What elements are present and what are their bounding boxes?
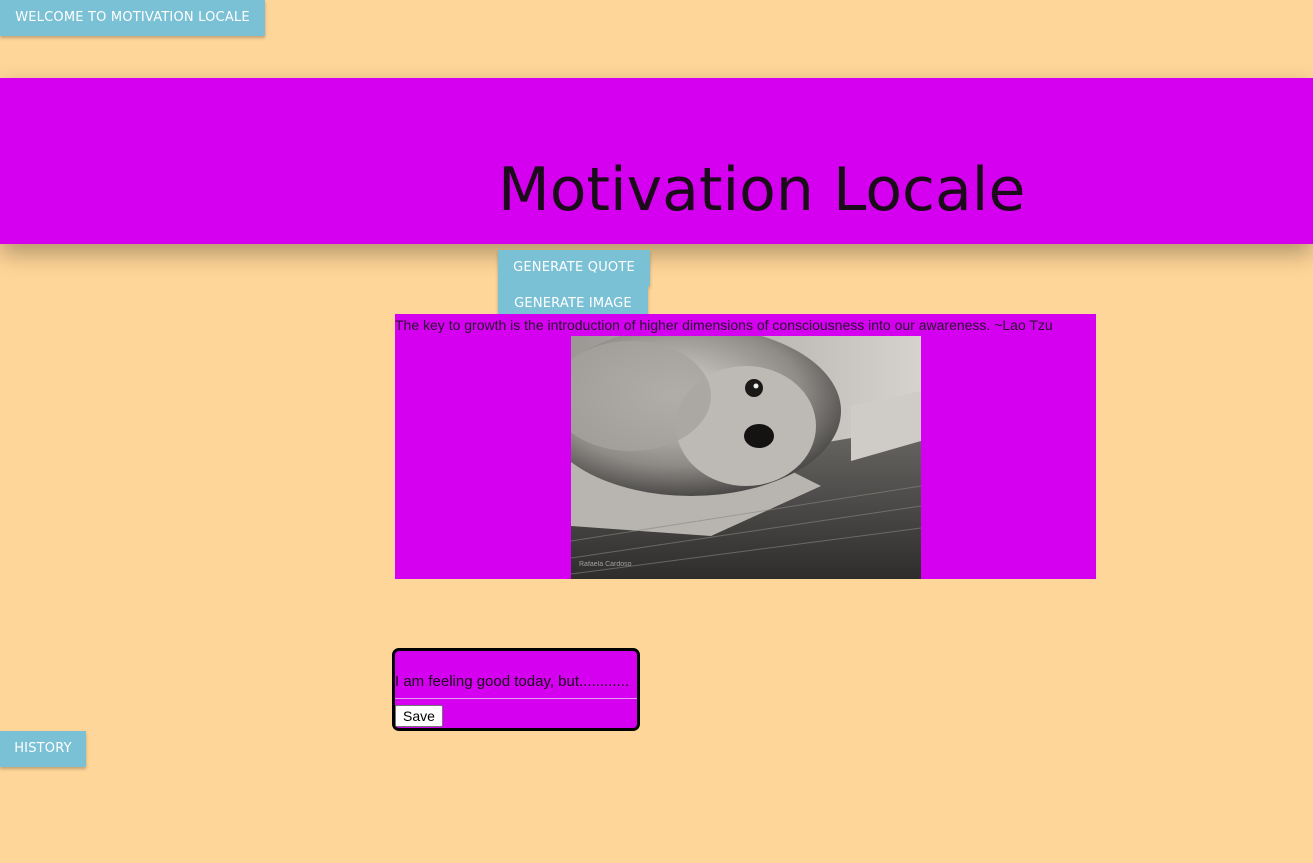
quote-card: The key to growth is the introduction of…: [395, 314, 1096, 579]
image-watermark: Rafaela Cardoso: [579, 561, 632, 568]
generate-quote-button[interactable]: GENERATE QUOTE: [498, 250, 650, 286]
save-button[interactable]: Save: [395, 705, 443, 727]
history-button[interactable]: HISTORY: [0, 731, 86, 767]
header-banner: Motivation Locale GENERATE QUOTE GENERAT…: [0, 78, 1313, 322]
quote-text: The key to growth is the introduction of…: [395, 317, 1053, 333]
page-title: Motivation Locale: [498, 155, 1026, 225]
journal-form: Save: [392, 648, 640, 731]
welcome-button[interactable]: WELCOME TO MOTIVATION LOCALE: [0, 0, 265, 36]
dog-photo: Rafaela Cardoso: [571, 336, 921, 579]
journal-input[interactable]: [395, 664, 637, 699]
